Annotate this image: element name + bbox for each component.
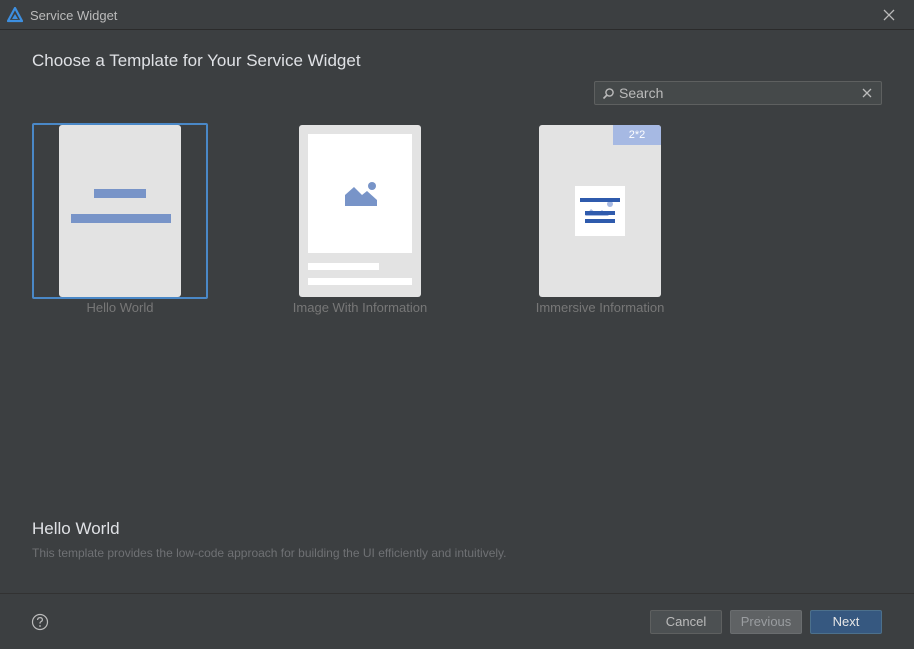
template-preview	[299, 125, 421, 297]
size-badge: 2*2	[613, 125, 661, 145]
title-placeholder-bar	[94, 189, 146, 198]
description-text: This template provides the low-code appr…	[32, 546, 507, 560]
image-icon	[580, 198, 620, 223]
text-placeholder-bar	[71, 214, 171, 223]
template-preview	[59, 125, 181, 297]
next-button[interactable]: Next	[810, 610, 882, 634]
template-immersive-information[interactable]: 2*2 Immersive Information	[512, 123, 688, 315]
template-label: Image With Information	[292, 300, 428, 315]
harmony-logo-icon	[7, 7, 23, 23]
previous-button[interactable]: Previous	[730, 610, 802, 634]
page-heading: Choose a Template for Your Service Widge…	[32, 51, 361, 70]
clear-icon[interactable]	[861, 87, 873, 99]
template-preview: 2*2	[539, 125, 661, 297]
text-placeholder-line	[308, 263, 379, 270]
search-box[interactable]	[594, 81, 882, 105]
search-input[interactable]	[619, 84, 855, 102]
window-title: Service Widget	[30, 8, 118, 23]
close-icon[interactable]	[880, 6, 898, 24]
immersive-placeholder	[575, 186, 625, 236]
template-label: Hello World	[86, 300, 154, 315]
description-title: Hello World	[32, 519, 120, 538]
search-icon	[602, 88, 614, 100]
template-image-with-information[interactable]: Image With Information	[272, 123, 448, 315]
image-icon	[345, 182, 377, 206]
text-placeholder-line	[308, 278, 412, 285]
template-hello-world[interactable]: Hello World	[32, 123, 208, 315]
footer-divider	[0, 593, 914, 594]
template-label: Immersive Information	[535, 300, 665, 315]
help-icon[interactable]	[31, 613, 49, 631]
image-placeholder	[308, 134, 412, 253]
title-bar: Service Widget	[0, 0, 914, 30]
cancel-button[interactable]: Cancel	[650, 610, 722, 634]
